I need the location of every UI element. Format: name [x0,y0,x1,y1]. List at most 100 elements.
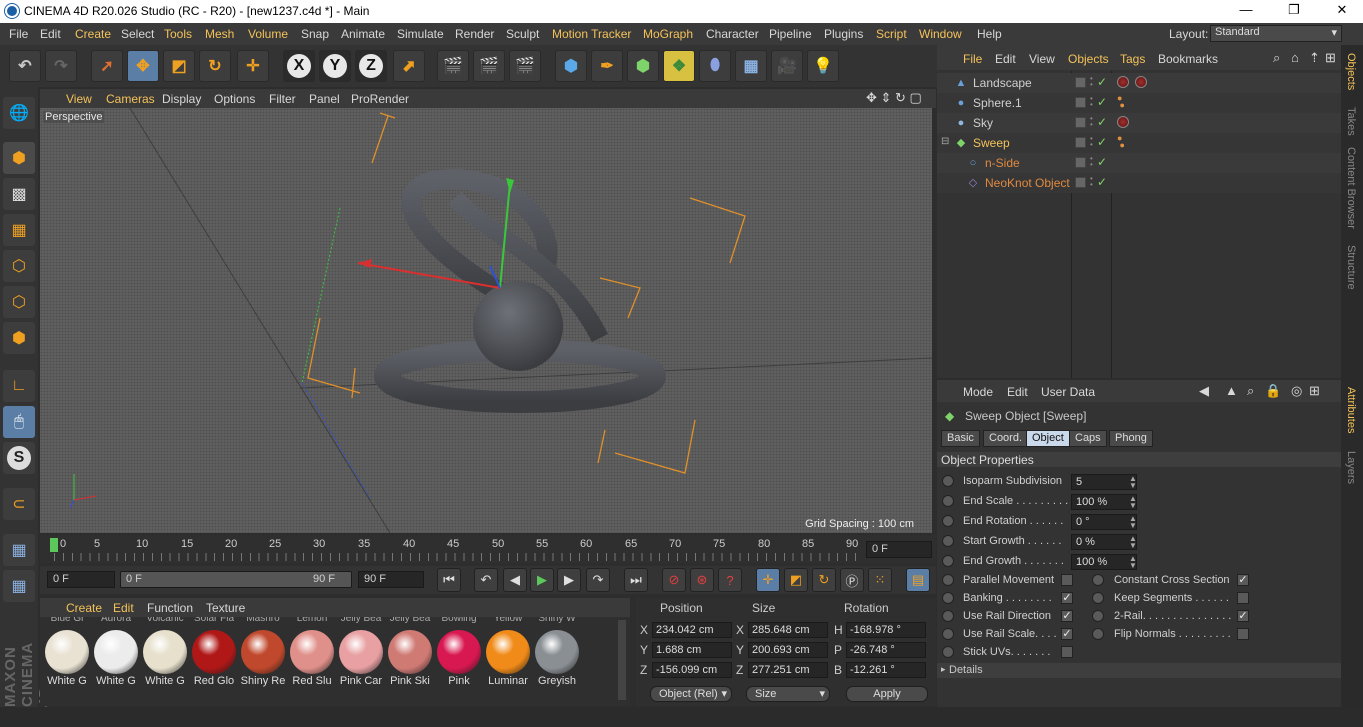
model-mode-button[interactable]: ⬢ [3,142,35,174]
key-position-button[interactable]: ✛ [756,568,780,592]
animation-radio[interactable] [942,610,954,622]
new-window-icon[interactable]: ⊞ [1325,50,1336,66]
key-rotation-button[interactable]: ↻ [812,568,836,592]
goto-start-button[interactable]: ⏮ [437,568,461,592]
animation-radio[interactable] [942,495,954,507]
tweak-mode-button[interactable]: 🖱 [3,406,35,438]
render-view-button[interactable]: 🎬 [437,50,469,82]
rotation-field[interactable]: -168.978 ° [846,622,926,638]
animation-radio[interactable] [942,535,954,547]
workplane-lock-button[interactable]: ▦ [3,534,35,566]
new-window-icon[interactable]: ⊞ [1309,383,1320,399]
render-picture-viewer-button[interactable]: 🎬 [473,50,505,82]
material-swatch[interactable]: Red Slu [289,630,335,690]
viewport-menu-filter[interactable]: Filter [269,92,296,106]
menu-script[interactable]: Script [876,27,907,41]
menu-plugins[interactable]: Plugins [824,27,863,41]
material-swatch[interactable]: Greyish [534,630,580,690]
search-icon[interactable]: ⌕ [1273,50,1280,66]
apply-button[interactable]: Apply [846,686,928,702]
visibility-dots-icon[interactable]: • • [1090,75,1093,89]
animation-radio[interactable] [942,646,954,658]
record-active-button[interactable]: ⊘ [662,568,686,592]
attr-menu-mode[interactable]: Mode [963,385,993,399]
goto-end-button[interactable]: ⏭ [624,568,648,592]
menu-character[interactable]: Character [706,27,759,41]
visibility-dots-icon[interactable]: • • [1090,115,1093,129]
layer-swatch[interactable] [1075,77,1086,88]
rotate-tool-button[interactable]: ↻ [199,50,231,82]
menu-render[interactable]: Render [455,27,494,41]
close-button[interactable]: ✕ [1328,2,1356,20]
animation-radio[interactable] [942,592,954,604]
viewport-camera-label[interactable]: Perspective [43,111,105,123]
scale-tool-button[interactable]: ◩ [163,50,195,82]
floor-button[interactable]: ▦ [735,50,767,82]
objects-menu-objects[interactable]: Objects [1068,52,1109,66]
x-axis-button[interactable]: X [283,50,315,82]
expand-toggle-icon[interactable]: ⊟ [941,136,949,147]
material-swatch[interactable]: White G [93,630,139,690]
edges-mode-button[interactable]: ⬡ [3,286,35,318]
object-row[interactable]: ● Sphere.1 • • ✓ ● ● [937,93,1341,113]
layer-swatch[interactable] [1075,177,1086,188]
spinner-arrows-icon[interactable]: ▲ ▼ [1129,555,1137,570]
size-field[interactable]: 200.693 cm [748,642,828,658]
minimize-button[interactable]: — [1232,2,1260,20]
timeline-ruler[interactable]: 0 5 10 15 20 25 30 35 40 45 50 55 60 65 … [40,535,936,563]
menu-window[interactable]: Window [919,27,962,41]
prev-key-button[interactable]: ↶ [474,568,498,592]
enabled-check-icon[interactable]: ✓ [1097,155,1107,169]
material-tag-icon[interactable] [1117,116,1129,128]
frame-range-slider[interactable]: 0 F 90 F [120,571,352,588]
move-tool-button[interactable]: ✥ [127,50,159,82]
tab-basic[interactable]: Basic [941,430,980,447]
object-row[interactable]: ○ n-Side • • ✓ [937,153,1341,173]
viewport-menu-panel[interactable]: Panel [309,92,340,106]
menu-motion-tracker[interactable]: Motion Tracker [552,27,631,41]
size-field[interactable]: 285.648 cm [748,622,828,638]
workplane-align-button[interactable]: ▦ [3,570,35,602]
phong-tag-icon[interactable]: ● ● [1117,94,1125,110]
menu-tools[interactable]: Tools [164,27,192,41]
attribute-checkbox[interactable] [1061,646,1073,658]
timeline-window-button[interactable]: ▤ [906,568,930,592]
magnet-button[interactable]: ⊂ [3,488,35,520]
enabled-check-icon[interactable]: ✓ [1097,75,1107,89]
tab-object[interactable]: Object [1026,430,1070,447]
side-tab-structure[interactable]: Structure [1345,245,1357,290]
material-swatch[interactable]: Luminar [485,630,531,690]
subdivision-button[interactable]: ⬢ [627,50,659,82]
tab-coord[interactable]: Coord. [983,430,1029,447]
keyframe-selection-button[interactable]: ? [718,568,742,592]
key-scale-button[interactable]: ◩ [784,568,808,592]
layout-select[interactable]: Standard ▾ [1210,25,1342,42]
rotation-field[interactable]: -26.748 ° [846,642,926,658]
position-field[interactable]: 234.042 cm [652,622,732,638]
visibility-dots-icon[interactable]: • • [1090,135,1093,149]
animation-radio[interactable] [1092,592,1104,604]
points-mode-button[interactable]: ⬡ [3,250,35,282]
menu-mograph[interactable]: MoGraph [643,27,693,41]
viewport-menu-cameras[interactable]: Cameras [106,92,155,106]
camera-button[interactable]: 🎥 [771,50,803,82]
arrow-up-icon[interactable]: ⇡ [1309,50,1320,66]
material-swatch[interactable]: Pink Ski [387,630,433,690]
maximize-button[interactable]: ❐ [1280,2,1308,20]
animation-radio[interactable] [1092,628,1104,640]
size-mode-select[interactable]: Size ▾ [746,686,830,702]
material-scrollbar[interactable] [618,620,626,700]
target-icon[interactable]: ◎ [1291,383,1302,399]
objects-menu-edit[interactable]: Edit [995,52,1016,66]
attr-menu-user-data[interactable]: User Data [1041,385,1095,399]
menu-create[interactable]: Create [75,27,111,41]
light-button[interactable]: 💡 [807,50,839,82]
enabled-check-icon[interactable]: ✓ [1097,135,1107,149]
z-axis-button[interactable]: Z [355,50,387,82]
arrow-left-icon[interactable]: ◀ [1199,383,1209,399]
attribute-checkbox[interactable]: ✓ [1061,592,1073,604]
material-tag-icon[interactable] [1117,76,1129,88]
recent-tools-button[interactable]: ✛ [237,50,269,82]
viewport-3d[interactable]: Perspective Grid Spacing : 100 cm [40,108,932,533]
spinner-arrows-icon[interactable]: ▲ ▼ [1129,535,1137,550]
